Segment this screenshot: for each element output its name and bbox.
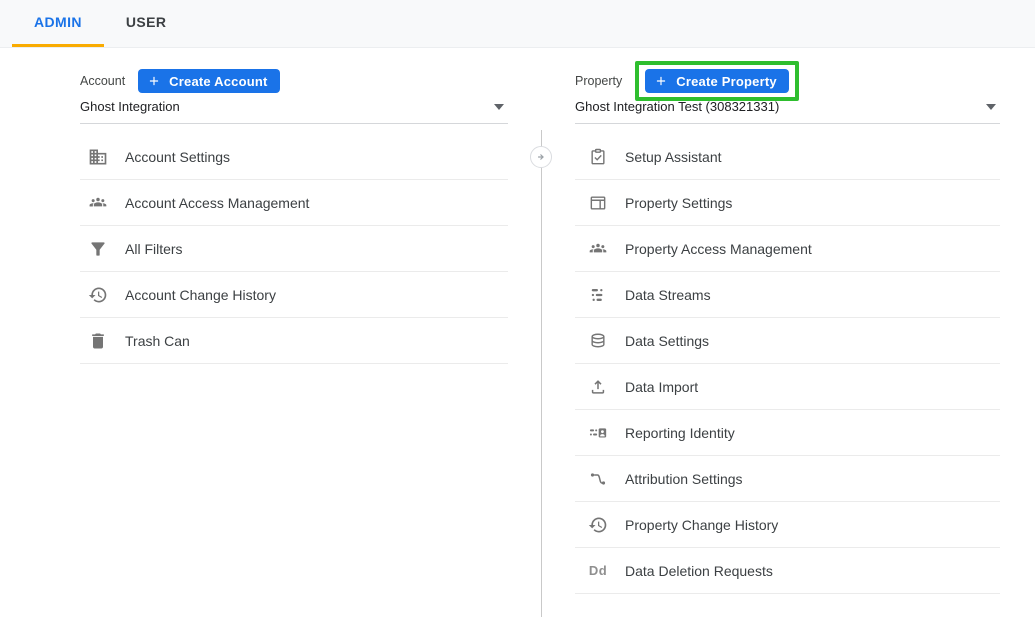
annotation-highlight-box: Create Property <box>635 61 799 101</box>
menu-item-property-change-history[interactable]: Property Change History <box>575 502 1000 548</box>
attribution-path-icon <box>588 469 608 489</box>
property-selector-dropdown[interactable]: Ghost Integration Test (308321331) <box>575 99 1000 124</box>
menu-item-setup-assistant[interactable]: Setup Assistant <box>575 134 1000 180</box>
create-property-button-label: Create Property <box>676 74 777 89</box>
menu-item-label: Property Settings <box>625 195 732 211</box>
menu-item-label: Property Access Management <box>625 241 812 257</box>
menu-item-trash-can[interactable]: Trash Can <box>80 318 508 364</box>
dd-icon: Dd <box>588 561 608 581</box>
menu-item-label: Reporting Identity <box>625 425 735 441</box>
menu-item-account-change-history[interactable]: Account Change History <box>80 272 508 318</box>
menu-item-label: Data Streams <box>625 287 711 303</box>
chevron-down-icon <box>986 104 996 110</box>
arrow-right-icon <box>534 150 548 164</box>
admin-page: ADMIN USER Account Create Account Proper… <box>0 0 1035 617</box>
menu-item-label: Data Deletion Requests <box>625 563 773 579</box>
clipboard-check-icon <box>588 147 608 167</box>
menu-item-data-import[interactable]: Data Import <box>575 364 1000 410</box>
account-menu: Account Settings Account Access Manageme… <box>80 134 508 364</box>
trash-icon <box>88 331 108 351</box>
create-account-button[interactable]: Create Account <box>138 69 279 93</box>
window-layout-icon <box>588 193 608 213</box>
tab-user-label: USER <box>126 14 167 30</box>
menu-item-reporting-identity[interactable]: Reporting Identity <box>575 410 1000 456</box>
menu-item-account-access-management[interactable]: Account Access Management <box>80 180 508 226</box>
tab-admin[interactable]: ADMIN <box>12 0 104 47</box>
building-icon <box>88 147 108 167</box>
property-menu: Setup Assistant Property Settings Proper… <box>575 134 1000 594</box>
create-property-button[interactable]: Create Property <box>645 69 789 93</box>
menu-item-label: Account Access Management <box>125 195 309 211</box>
property-selector-value: Ghost Integration Test (308321331) <box>575 99 779 114</box>
menu-item-all-filters[interactable]: All Filters <box>80 226 508 272</box>
property-label: Property <box>575 74 622 88</box>
menu-item-data-deletion-requests[interactable]: Dd Data Deletion Requests <box>575 548 1000 594</box>
panel-divider <box>541 130 542 617</box>
menu-item-account-settings[interactable]: Account Settings <box>80 134 508 180</box>
history-icon <box>588 515 608 535</box>
menu-item-attribution-settings[interactable]: Attribution Settings <box>575 456 1000 502</box>
upload-icon <box>588 377 608 397</box>
menu-item-label: Property Change History <box>625 517 778 533</box>
filter-icon <box>88 239 108 259</box>
menu-item-label: All Filters <box>125 241 183 257</box>
streams-icon <box>588 285 608 305</box>
admin-user-tabbar: ADMIN USER <box>0 0 1035 48</box>
account-panel-header: Account Create Account <box>80 61 280 101</box>
menu-item-label: Account Settings <box>125 149 230 165</box>
property-panel-header: Property Create Property <box>575 61 799 101</box>
menu-item-property-settings[interactable]: Property Settings <box>575 180 1000 226</box>
people-icon <box>588 239 608 259</box>
account-label: Account <box>80 74 125 88</box>
plus-icon <box>147 74 161 88</box>
menu-item-label: Account Change History <box>125 287 276 303</box>
menu-item-data-streams[interactable]: Data Streams <box>575 272 1000 318</box>
menu-item-label: Attribution Settings <box>625 471 743 487</box>
create-account-button-label: Create Account <box>169 74 267 89</box>
menu-item-property-access-management[interactable]: Property Access Management <box>575 226 1000 272</box>
tab-user[interactable]: USER <box>104 0 189 47</box>
menu-item-data-settings[interactable]: Data Settings <box>575 318 1000 364</box>
menu-item-label: Data Settings <box>625 333 709 349</box>
people-icon <box>88 193 108 213</box>
identity-card-icon <box>588 423 608 443</box>
chevron-down-icon <box>494 104 504 110</box>
menu-item-label: Trash Can <box>125 333 190 349</box>
tab-admin-label: ADMIN <box>34 14 82 30</box>
menu-item-label: Setup Assistant <box>625 149 722 165</box>
plus-icon <box>654 74 668 88</box>
menu-item-label: Data Import <box>625 379 698 395</box>
history-icon <box>88 285 108 305</box>
account-selector-dropdown[interactable]: Ghost Integration <box>80 99 508 124</box>
database-icon <box>588 331 608 351</box>
collapse-panel-button[interactable] <box>530 146 552 168</box>
account-selector-value: Ghost Integration <box>80 99 180 114</box>
